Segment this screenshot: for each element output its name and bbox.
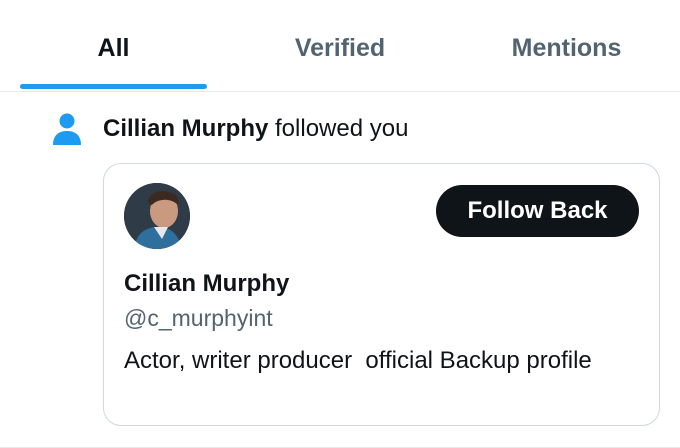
- avatar-portrait-icon: [124, 183, 190, 249]
- profile-bio: Actor, writer producer official Backup p…: [124, 347, 592, 374]
- profile-display-name[interactable]: Cillian Murphy: [124, 270, 289, 298]
- avatar[interactable]: [124, 183, 190, 249]
- tab-mentions-label: Mentions: [511, 34, 622, 62]
- profile-handle[interactable]: @c_murphyint: [124, 305, 273, 332]
- active-tab-indicator: [20, 84, 207, 89]
- tab-all[interactable]: All: [0, 0, 227, 91]
- actor-name[interactable]: Cillian Murphy: [103, 115, 268, 142]
- notification-action-text: followed you: [275, 115, 409, 142]
- tab-all-label: All: [97, 34, 130, 62]
- profile-card[interactable]: Follow Back Cillian Murphy @c_murphyint …: [103, 163, 660, 426]
- follow-notification[interactable]: Cillian Murphy followed you Follow Back …: [0, 92, 680, 448]
- tab-mentions[interactable]: Mentions: [453, 0, 680, 91]
- notifications-page: All Verified Mentions Cillian Murphy fol…: [0, 0, 680, 448]
- tab-verified-label: Verified: [294, 34, 386, 62]
- follow-back-button[interactable]: Follow Back: [436, 185, 639, 237]
- notification-tabs: All Verified Mentions: [0, 0, 680, 92]
- notification-headline: Cillian Murphy followed you: [103, 115, 408, 144]
- tab-verified[interactable]: Verified: [227, 0, 453, 91]
- person-icon: [53, 113, 81, 145]
